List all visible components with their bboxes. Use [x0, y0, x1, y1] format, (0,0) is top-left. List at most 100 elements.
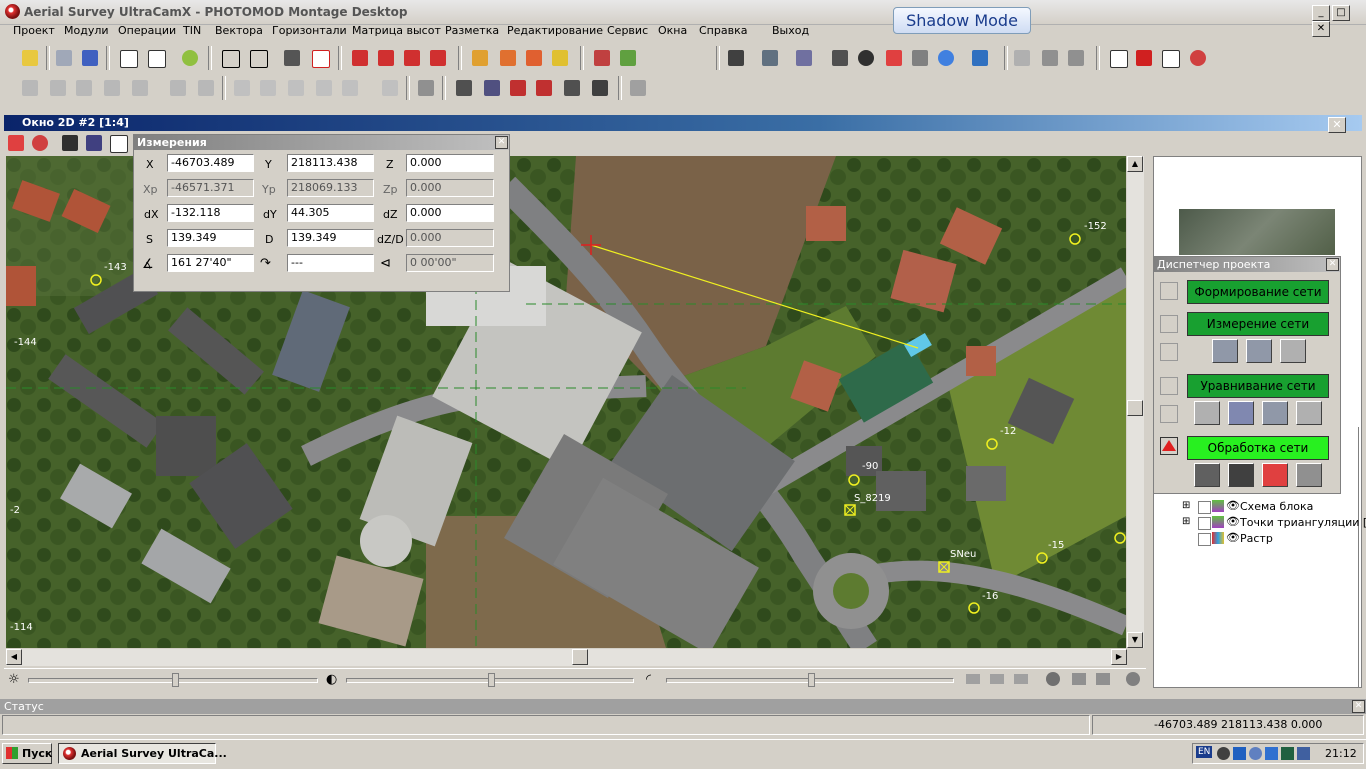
scroll-left-icon[interactable]: ◀: [6, 649, 22, 665]
menu-vectors[interactable]: Вектора: [215, 24, 263, 37]
zoom-fit-icon[interactable]: [4, 131, 28, 155]
polygon-icon[interactable]: [1064, 46, 1088, 70]
align-icon[interactable]: [128, 76, 152, 100]
menu-help[interactable]: Справка: [699, 24, 747, 37]
z-field[interactable]: 0.000: [406, 154, 494, 172]
forward-icon[interactable]: [312, 76, 336, 100]
refresh-icon[interactable]: [178, 46, 202, 70]
measure-tool3-icon[interactable]: [1280, 339, 1306, 363]
report-icon[interactable]: [1296, 401, 1322, 425]
scroll-down-icon[interactable]: ▼: [1127, 632, 1143, 648]
adjust-network-button[interactable]: Уравнивание сети: [1187, 374, 1329, 398]
camera-icon[interactable]: [724, 46, 748, 70]
panel-icon[interactable]: [106, 131, 130, 155]
settings-icon[interactable]: [1126, 672, 1140, 686]
remove-point-icon[interactable]: [46, 76, 70, 100]
data-icon[interactable]: [1194, 401, 1220, 425]
doc2-icon[interactable]: [1096, 673, 1110, 685]
rotation-field[interactable]: ---: [287, 254, 374, 272]
gear-adjust-icon[interactable]: [1262, 401, 1288, 425]
layers-grid-icon[interactable]: [560, 76, 584, 100]
brightness-thumb[interactable]: [172, 673, 179, 687]
project-manager-close-icon[interactable]: ✕: [1326, 258, 1339, 271]
doc-icon[interactable]: [1072, 673, 1086, 685]
split-icon[interactable]: [1158, 46, 1182, 70]
menu-project[interactable]: Проект: [13, 24, 55, 37]
tray-monitor-icon[interactable]: [1281, 747, 1294, 760]
curve-icon[interactable]: [1186, 46, 1210, 70]
layers-stack2-icon[interactable]: [480, 76, 504, 100]
select-poly-icon[interactable]: [246, 46, 270, 70]
mosaic-icon[interactable]: [616, 46, 640, 70]
measure-network-button[interactable]: Измерение сети: [1187, 312, 1329, 336]
tower-process-icon[interactable]: [1296, 463, 1322, 487]
shape-icon[interactable]: [338, 76, 362, 100]
menu-editing[interactable]: Редактирование: [507, 24, 603, 37]
tower-icon[interactable]: [908, 46, 932, 70]
grid-icon[interactable]: [588, 76, 612, 100]
layers-stack-icon[interactable]: [452, 76, 476, 100]
dz-field[interactable]: 0.000: [406, 204, 494, 222]
brush-icon[interactable]: [496, 46, 520, 70]
lasso-icon[interactable]: [414, 76, 438, 100]
tray-globe-icon[interactable]: [1217, 747, 1230, 760]
s-field[interactable]: 139.349: [167, 229, 254, 247]
move-down-icon[interactable]: [100, 76, 124, 100]
eye-icon[interactable]: 👁: [1226, 515, 1240, 528]
house-icon[interactable]: [194, 76, 218, 100]
layers-icon[interactable]: [78, 46, 102, 70]
window-stereo-icon[interactable]: [144, 46, 168, 70]
compass-icon[interactable]: [934, 46, 958, 70]
properties-icon[interactable]: [52, 46, 76, 70]
scroll-right-icon[interactable]: ▶: [1111, 649, 1127, 665]
edit-icon[interactable]: [468, 46, 492, 70]
satellite-icon[interactable]: [968, 46, 992, 70]
copy-icon[interactable]: [348, 46, 372, 70]
contrast-thumb[interactable]: [488, 673, 495, 687]
measurements-close-icon[interactable]: ✕: [495, 136, 508, 149]
x-field[interactable]: -46703.489: [167, 154, 254, 172]
dtm-process-icon[interactable]: [1194, 463, 1220, 487]
layers-red2-icon[interactable]: [532, 76, 556, 100]
scroll-up-icon[interactable]: ▲: [1127, 156, 1143, 172]
menu-operations[interactable]: Операции: [118, 24, 176, 37]
erase-icon[interactable]: [522, 46, 546, 70]
angle-field[interactable]: 161 27'40": [167, 254, 254, 272]
mosaic2-icon[interactable]: [882, 46, 906, 70]
deselect-icon[interactable]: [308, 46, 332, 70]
language-indicator[interactable]: EN: [1196, 746, 1213, 758]
measure-tool1-icon[interactable]: [1212, 339, 1238, 363]
select-objects-icon[interactable]: [280, 46, 304, 70]
tray-volume-icon[interactable]: [1297, 747, 1310, 760]
scroll-thumb-vertical[interactable]: [1127, 400, 1143, 416]
back-icon[interactable]: [284, 76, 308, 100]
scroll-thumb-horizontal[interactable]: [572, 649, 588, 665]
swap-icon[interactable]: [166, 76, 190, 100]
corner-icon[interactable]: [58, 131, 82, 155]
window2d-close[interactable]: ✕: [1328, 117, 1346, 133]
stop-icon[interactable]: [1132, 46, 1156, 70]
view-mode1-icon[interactable]: [966, 674, 980, 684]
menu-contours[interactable]: Горизонтали: [272, 24, 347, 37]
plus-icon[interactable]: [230, 76, 254, 100]
taskbar-app-button[interactable]: Aerial Survey UltraCa...: [58, 743, 227, 764]
map-horizontal-scrollbar[interactable]: ◀ ▶: [6, 649, 1127, 666]
layers-red-icon[interactable]: [506, 76, 530, 100]
y-field[interactable]: 218113.438: [287, 154, 374, 172]
add-point-icon[interactable]: [18, 76, 42, 100]
app-icon[interactable]: [5, 4, 20, 19]
d-field[interactable]: 139.349: [287, 229, 374, 247]
menu-windows[interactable]: Окна: [658, 24, 687, 37]
scanner-icon[interactable]: [758, 46, 782, 70]
menu-exit[interactable]: Выход: [772, 24, 809, 37]
bcg-icon[interactable]: [82, 131, 106, 155]
tray-security-icon[interactable]: [1249, 747, 1262, 760]
window2d-icon[interactable]: [116, 46, 140, 70]
eye-icon[interactable]: 👁: [1226, 531, 1240, 544]
status-close-icon[interactable]: ✕: [1352, 700, 1365, 713]
dtm-icon[interactable]: [828, 46, 852, 70]
measure-tool2-icon[interactable]: [1246, 339, 1272, 363]
process-network-button[interactable]: Обработка сети: [1187, 436, 1329, 460]
overview-map[interactable]: [1179, 209, 1335, 255]
select-rect-icon[interactable]: [218, 46, 242, 70]
